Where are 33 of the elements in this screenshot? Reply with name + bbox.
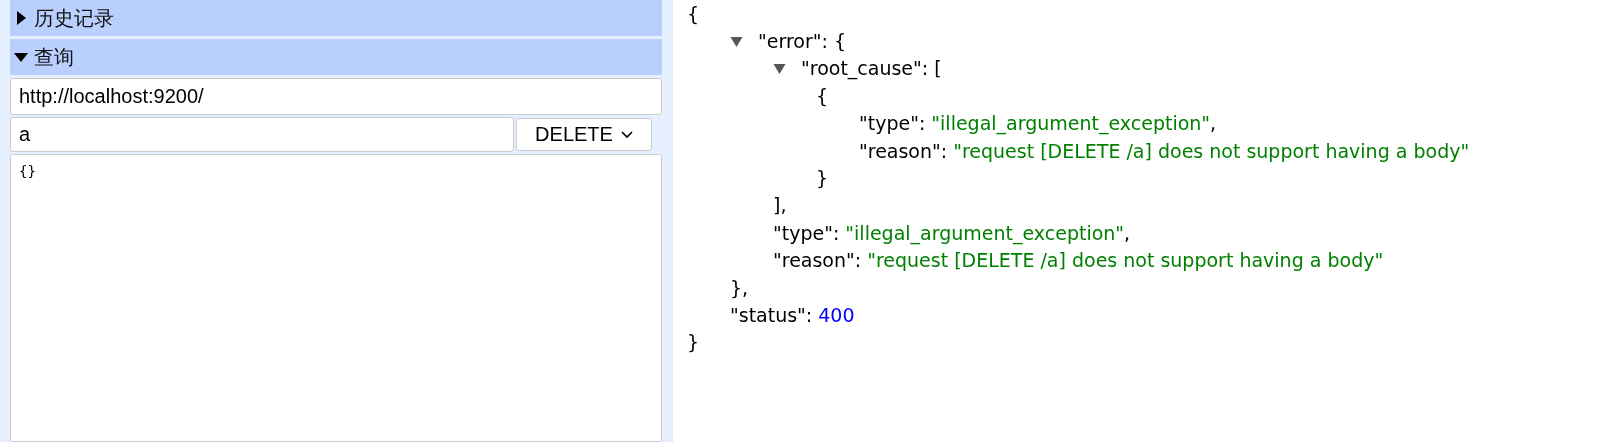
json-key: "type": [773, 221, 840, 244]
json-value: "request [DELETE /a] does not support having a body" [867, 249, 1384, 272]
collapse-triangle-icon [14, 50, 28, 64]
json-bracket: { [687, 2, 700, 25]
json-value: 400 [818, 304, 855, 326]
json-key: "error": [758, 30, 828, 53]
collapse-triangle-icon[interactable] [773, 62, 786, 75]
section-header[interactable]: 查询 [10, 39, 662, 75]
json-bracket: } [816, 167, 829, 190]
url-field[interactable]: http://localhost:9200/ [10, 78, 662, 115]
json-key: "status": [730, 304, 813, 326]
json-key: "type": [859, 112, 926, 135]
request-body-field[interactable]: {} [10, 154, 662, 442]
json-comma: , [1124, 221, 1131, 244]
json-key: "reason": [859, 139, 948, 162]
json-key: "root_cause": [801, 57, 929, 80]
json-value: "request [DELETE /a] does not support having a body" [953, 139, 1470, 162]
path-field[interactable]: a [10, 117, 514, 152]
json-bracket: } [687, 331, 700, 354]
json-key: "reason": [773, 249, 862, 272]
method-dropdown[interactable]: DELETE [516, 118, 652, 151]
chevron-down-icon [620, 130, 633, 139]
section-header[interactable]: 历史记录 [10, 0, 662, 36]
collapse-triangle-icon[interactable] [730, 35, 743, 48]
json-bracket: { [816, 84, 829, 107]
json-bracket: [ [934, 57, 942, 80]
json-bracket: { [833, 30, 846, 53]
json-value: "illegal_argument_exception" [845, 221, 1125, 244]
json-bracket: }, [730, 276, 749, 299]
expand-triangle-icon [14, 11, 28, 25]
json-bracket: ], [773, 194, 787, 217]
json-value: "illegal_argument_exception" [931, 112, 1211, 135]
json-comma: , [1210, 112, 1217, 135]
